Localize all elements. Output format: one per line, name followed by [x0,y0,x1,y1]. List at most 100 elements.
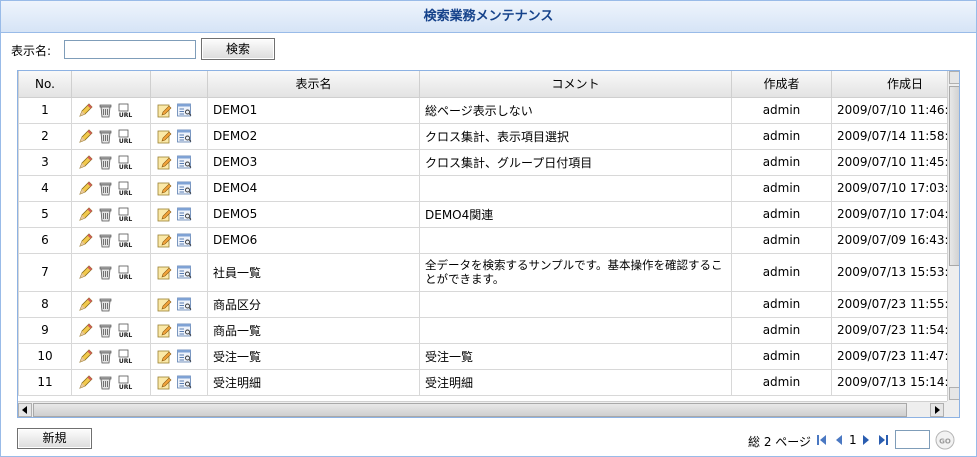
pencil-icon[interactable] [77,154,94,171]
row-actions: URL [71,148,151,176]
col-header-date[interactable]: 作成日 [831,71,959,98]
table-row[interactable]: 4 URL DEMO4 admin 2009/07/10 17:03:0 [18,174,959,202]
row-date: 2009/07/13 15:14:2 [831,368,959,396]
col-header-author[interactable]: 作成者 [731,71,832,98]
row-author: admin [731,148,832,176]
go-button[interactable]: GO [935,430,955,450]
trash-icon[interactable] [97,322,114,339]
view-list-icon[interactable] [176,296,193,313]
trash-icon[interactable] [97,154,114,171]
url-icon[interactable]: URL [117,322,134,339]
search-input[interactable] [64,40,196,59]
edit-note-icon[interactable] [156,102,173,119]
url-icon[interactable]: URL [117,348,134,365]
vertical-scrollbar[interactable] [947,71,959,401]
trash-icon[interactable] [97,180,114,197]
view-list-icon[interactable] [176,374,193,391]
trash-icon[interactable] [97,264,114,281]
edit-note-icon[interactable] [156,180,173,197]
edit-note-icon[interactable] [156,232,173,249]
edit-note-icon[interactable] [156,206,173,223]
url-icon[interactable]: URL [117,180,134,197]
table-row[interactable]: 1 URL DEMO1 総ページ表示しない admin 2009/07/10 11:46:… [18,96,959,124]
current-page-number: 1 [849,433,857,447]
scroll-right-icon[interactable] [930,403,944,417]
url-icon[interactable]: URL [117,128,134,145]
pencil-icon[interactable] [77,322,94,339]
prev-page-icon[interactable] [834,434,843,446]
svg-text:URL: URL [119,332,132,339]
row-actions: URL [71,174,151,202]
new-button[interactable]: 新規 [17,428,92,449]
pencil-icon[interactable] [77,128,94,145]
pencil-icon[interactable] [77,232,94,249]
url-icon[interactable]: URL [117,232,134,249]
view-list-icon[interactable] [176,348,193,365]
edit-note-icon[interactable] [156,322,173,339]
pencil-icon[interactable] [77,180,94,197]
table-row[interactable]: 6 URL DEMO6 admin 2009/07/09 16:43:1 [18,226,959,254]
edit-note-icon[interactable] [156,154,173,171]
table-row[interactable]: 10 URL 受注一覧 受注一覧 admin 2009/07/23 11:47:3 [18,342,959,370]
edit-note-icon[interactable] [156,128,173,145]
view-list-icon[interactable] [176,154,193,171]
pencil-icon[interactable] [77,374,94,391]
scroll-down-icon[interactable] [949,387,959,400]
table-row[interactable]: 5 URL DEMO5 DEMO4関連 admin 2009/07/10 17:04:3 [18,200,959,228]
url-icon[interactable]: URL [117,154,134,171]
col-header-comment[interactable]: コメント [419,71,732,98]
trash-icon[interactable] [97,348,114,365]
horizontal-scrollbar[interactable] [18,401,947,417]
row-date: 2009/07/10 17:04:3 [831,200,959,228]
table-row[interactable]: 11 URL 受注明細 受注明細 admin 2009/07/13 15:14:2 [18,368,959,396]
last-page-icon[interactable] [878,434,889,446]
url-icon[interactable]: URL [117,206,134,223]
trash-icon[interactable] [97,296,114,313]
view-list-icon[interactable] [176,128,193,145]
trash-icon[interactable] [97,206,114,223]
view-list-icon[interactable] [176,180,193,197]
edit-note-icon[interactable] [156,264,173,281]
row-tools [150,252,208,292]
trash-icon[interactable] [97,102,114,119]
view-list-icon[interactable] [176,264,193,281]
edit-note-icon[interactable] [156,374,173,391]
view-list-icon[interactable] [176,206,193,223]
edit-note-icon[interactable] [156,296,173,313]
edit-note-icon[interactable] [156,348,173,365]
pencil-icon[interactable] [77,102,94,119]
url-icon[interactable]: URL [117,374,134,391]
table-row[interactable]: 2 URL DEMO2 クロス集計、表示項目選択 admin 2009/07/14 11:… [18,122,959,150]
row-comment: 受注一覧 [419,342,732,370]
scroll-up-icon[interactable] [949,71,959,84]
next-page-icon[interactable] [862,434,871,446]
row-comment: クロス集計、グループ日付項目 [419,148,732,176]
total-pages-label: 総 2 ページ [748,435,812,449]
vertical-scroll-thumb[interactable] [949,86,959,266]
search-button[interactable]: 検索 [201,38,275,60]
table-row[interactable]: 7 URL 社員一覧 全データを検索するサンプルです。基本操作を確認することができます… [18,252,959,292]
horizontal-scroll-thumb[interactable] [33,403,907,417]
page-number-input[interactable] [895,430,930,449]
view-list-icon[interactable] [176,102,193,119]
col-header-no[interactable]: No. [18,71,72,98]
pencil-icon[interactable] [77,296,94,313]
table-row[interactable]: 9 URL 商品一覧 admin 2009/07/23 11:54:3 [18,316,959,344]
trash-icon[interactable] [97,128,114,145]
table-header-row: No. 表示名 コメント 作成者 作成日 [18,71,959,98]
pencil-icon[interactable] [77,264,94,281]
table-row[interactable]: 8 商品区分 admin 2009/07/23 11:55:2 [18,290,959,318]
pencil-icon[interactable] [77,348,94,365]
trash-icon[interactable] [97,232,114,249]
table-row[interactable]: 3 URL DEMO3 クロス集計、グループ日付項目 admin 2009/07/10 1… [18,148,959,176]
col-header-name[interactable]: 表示名 [207,71,420,98]
row-author: admin [731,368,832,396]
first-page-icon[interactable] [816,434,827,446]
url-icon[interactable]: URL [117,102,134,119]
view-list-icon[interactable] [176,232,193,249]
trash-icon[interactable] [97,374,114,391]
scroll-left-icon[interactable] [18,403,32,417]
url-icon[interactable]: URL [117,264,134,281]
pencil-icon[interactable] [77,206,94,223]
view-list-icon[interactable] [176,322,193,339]
